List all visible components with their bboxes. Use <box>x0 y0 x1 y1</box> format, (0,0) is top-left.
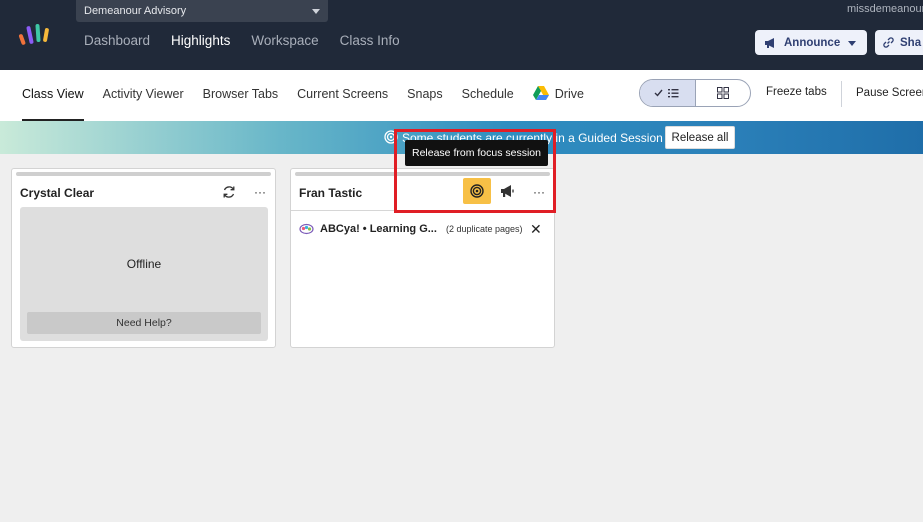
card-status-bar <box>16 172 271 176</box>
chevron-down-icon <box>848 41 856 46</box>
more-options-icon[interactable]: ··· <box>254 185 266 199</box>
class-selector[interactable]: Demeanour Advisory <box>76 0 328 22</box>
main-nav: Dashboard Highlights Workspace Class Inf… <box>84 33 421 48</box>
card-status-bar <box>295 172 550 176</box>
megaphone-icon[interactable] <box>500 184 516 198</box>
divider <box>291 210 554 211</box>
focus-target-icon <box>470 184 484 198</box>
sub-navbar: Class View Activity Viewer Browser Tabs … <box>0 70 923 121</box>
student-card: Fran Tastic ··· ABCya! • Learning G... (… <box>290 168 555 348</box>
announce-button[interactable]: Announce <box>755 30 867 55</box>
list-view-toggle[interactable] <box>640 80 696 106</box>
release-all-button[interactable]: Release all <box>665 126 735 149</box>
screen-preview: Offline Need Help? <box>20 207 268 341</box>
focus-target-icon <box>384 130 398 144</box>
student-card: Crystal Clear ··· Offline Need Help? <box>11 168 276 348</box>
share-button[interactable]: Sha <box>875 30 923 55</box>
grid-view-toggle[interactable] <box>696 80 751 106</box>
duplicate-count: (2 duplicate pages) <box>446 224 523 234</box>
list-item[interactable]: ABCya! • Learning G... (2 duplicate page… <box>299 221 549 237</box>
chevron-down-icon <box>312 9 320 14</box>
pause-screen-button[interactable]: Pause Screen <box>856 87 923 99</box>
nav-class-info[interactable]: Class Info <box>340 33 400 48</box>
tab-drive-label: Drive <box>554 87 584 101</box>
view-tabs: Class View Activity Viewer Browser Tabs … <box>22 70 603 121</box>
release-focus-button[interactable] <box>463 178 491 204</box>
divider <box>841 81 842 107</box>
close-icon[interactable]: ✕ <box>530 222 542 236</box>
link-icon <box>883 37 894 48</box>
tab-browser-tabs[interactable]: Browser Tabs <box>203 70 279 121</box>
tab-activity-viewer[interactable]: Activity Viewer <box>103 70 184 121</box>
megaphone-icon <box>765 37 774 48</box>
tab-schedule[interactable]: Schedule <box>462 70 514 121</box>
tab-title: ABCya! • Learning G... <box>320 223 437 235</box>
class-selector-label: Demeanour Advisory <box>84 5 187 17</box>
app-logo[interactable] <box>18 22 58 46</box>
refresh-icon[interactable] <box>221 184 237 200</box>
announce-label: Announce <box>784 36 841 49</box>
tooltip: Release from focus session <box>405 140 548 166</box>
need-help-button[interactable]: Need Help? <box>27 312 261 334</box>
offline-status: Offline <box>126 257 162 271</box>
grid-view-icon <box>716 87 729 99</box>
nav-dashboard[interactable]: Dashboard <box>84 33 150 48</box>
top-navbar: Demeanour Advisory missdemeanour Dashboa… <box>0 0 923 70</box>
google-drive-icon <box>532 86 549 100</box>
nav-highlights[interactable]: Highlights <box>171 33 230 48</box>
nav-workspace[interactable]: Workspace <box>251 33 318 48</box>
more-options-icon[interactable]: ··· <box>533 185 545 199</box>
student-name[interactable]: Crystal Clear <box>20 186 94 200</box>
abcya-favicon-icon <box>299 223 314 235</box>
tab-snaps[interactable]: Snaps <box>407 70 442 121</box>
tab-current-screens[interactable]: Current Screens <box>297 70 388 121</box>
list-view-icon <box>654 89 679 98</box>
view-toggle <box>639 79 751 107</box>
user-email[interactable]: missdemeanour <box>847 3 923 15</box>
share-label: Sha <box>900 36 922 49</box>
freeze-tabs-button[interactable]: Freeze tabs <box>766 86 827 98</box>
student-name[interactable]: Fran Tastic <box>299 186 362 200</box>
tab-drive[interactable]: Drive <box>532 70 584 121</box>
tab-class-view[interactable]: Class View <box>22 70 84 121</box>
